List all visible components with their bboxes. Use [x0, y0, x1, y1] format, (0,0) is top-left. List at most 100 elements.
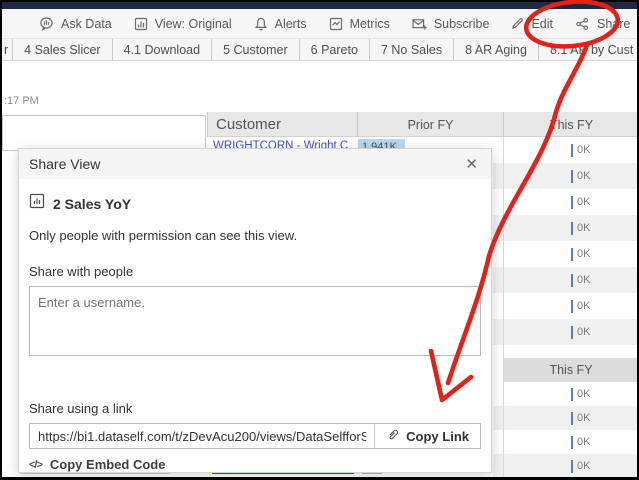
dialog-body: 2 Sales YoY Only people with permission … — [19, 193, 491, 472]
this-fy-value: 0K — [577, 412, 590, 424]
share-link-label: Share using a link — [29, 401, 481, 416]
this-fy-value: 0K — [577, 248, 590, 260]
sheet-tab[interactable]: 8 AR Aging — [454, 39, 539, 60]
sheet-tab[interactable]: 4.1 Download — [113, 39, 212, 60]
sheet-tab[interactable]: 6 Pareto — [300, 39, 370, 60]
section2-header-this-fy: This FY — [503, 358, 637, 382]
zero-bar-tick — [571, 300, 573, 313]
close-icon[interactable]: ✕ — [462, 155, 481, 173]
copy-embed-code-button[interactable]: </> Copy Embed Code — [29, 457, 481, 472]
table-row: 0K — [493, 189, 637, 215]
zero-bar-tick — [571, 222, 573, 235]
table-row: 0K — [493, 406, 637, 430]
metrics-icon — [328, 16, 344, 32]
table-row: 0K — [493, 215, 637, 241]
this-fy-value: 0K — [577, 170, 590, 182]
copy-link-button[interactable]: Copy Link — [374, 424, 480, 448]
alerts-button[interactable]: Alerts — [253, 16, 307, 32]
tableau-window: Ask Data View: Original — [2, 2, 637, 477]
table-header: Customer Prior FY This FY — [207, 112, 637, 137]
column-header-this-fy: This FY — [503, 112, 637, 137]
sheet-tab[interactable]: 7 No Sales — [370, 39, 454, 60]
table-row: 0K — [493, 430, 637, 454]
this-fy-value: 0K — [577, 460, 590, 472]
this-fy-value: 0K — [577, 300, 590, 312]
parameter-box[interactable] — [2, 115, 206, 151]
edit-label: Edit — [531, 17, 553, 31]
timestamp-fragment: :17 PM — [4, 95, 39, 107]
this-fy-rows-section1: 0K 0K 0K 0K — [493, 137, 637, 345]
sheet-tab[interactable]: 4 Sales Slicer — [13, 39, 112, 60]
zero-bar-tick — [571, 274, 573, 287]
column-header-prior-fy: Prior FY — [357, 112, 503, 137]
tab-partial-left[interactable]: r — [2, 39, 13, 60]
subscribe-button[interactable]: Subscribe — [411, 16, 490, 32]
share-nodes-icon — [574, 16, 591, 32]
share-with-people-label: Share with people — [29, 264, 481, 279]
username-input[interactable] — [29, 286, 481, 356]
code-icon: </> — [29, 459, 42, 471]
table-row: 0K — [493, 454, 637, 477]
this-fy-value: 0K — [577, 388, 590, 400]
top-navy-bar — [2, 2, 637, 9]
this-fy-value: 0K — [577, 144, 590, 156]
share-view-dialog: Share View ✕ 2 Sales YoY Only people wit… — [18, 148, 492, 473]
this-fy-value: 0K — [577, 326, 590, 338]
table-row: 0K — [493, 382, 637, 406]
paperclip-icon — [386, 428, 400, 445]
view-thumbnail-icon — [29, 193, 45, 214]
view-row: 2 Sales YoY — [29, 193, 481, 214]
zero-bar-tick — [571, 248, 573, 261]
subscribe-label: Subscribe — [434, 17, 490, 31]
share-link-input[interactable] — [30, 424, 374, 448]
zero-bar-tick — [571, 460, 573, 473]
table-row: 0K — [493, 267, 637, 293]
column-header-customer: Customer — [207, 112, 357, 137]
screenshot-frame: Ask Data View: Original — [0, 0, 639, 480]
table-row: 0K — [493, 293, 637, 319]
zero-bar-tick — [571, 326, 573, 339]
subscribe-envelope-icon — [411, 16, 428, 32]
sheet-tab[interactable]: 8.1 AR by Cust — [539, 39, 637, 60]
table-row: 0K — [493, 163, 637, 189]
ask-data-icon — [38, 16, 55, 32]
share-label: Share — [597, 17, 630, 31]
this-fy-value: 0K — [577, 436, 590, 448]
view-original-icon — [133, 16, 149, 32]
this-fy-value: 0K — [577, 196, 590, 208]
view-original-label: View: Original — [155, 17, 232, 31]
ask-data-button[interactable]: Ask Data — [38, 16, 112, 32]
metrics-label: Metrics — [350, 17, 390, 31]
edit-button[interactable]: Edit — [510, 16, 553, 31]
zero-bar-tick — [571, 170, 573, 183]
zero-bar-tick — [571, 196, 573, 209]
sheet-tab[interactable]: 5 Customer — [212, 39, 300, 60]
share-link-row: Copy Link — [29, 423, 481, 449]
alerts-bell-icon — [253, 16, 269, 32]
copy-link-label: Copy Link — [406, 429, 469, 444]
view-original-button[interactable]: View: Original — [133, 16, 232, 32]
share-button[interactable]: Share — [574, 16, 630, 32]
zero-bar-tick — [571, 412, 573, 425]
this-fy-rows-section2: 0K 0K 0K 0K — [493, 382, 637, 477]
dialog-title: Share View — [29, 156, 100, 172]
edit-pencil-icon — [510, 16, 525, 31]
ask-data-label: Ask Data — [61, 17, 112, 31]
metrics-button[interactable]: Metrics — [328, 16, 390, 32]
permission-note: Only people with permission can see this… — [29, 228, 481, 243]
zero-bar-tick — [571, 144, 573, 157]
table-row: 0K — [493, 137, 637, 163]
view-toolbar: Ask Data View: Original — [2, 9, 637, 38]
section-gap — [493, 345, 637, 358]
view-name: 2 Sales YoY — [53, 196, 131, 212]
this-fy-value: 0K — [577, 274, 590, 286]
alerts-label: Alerts — [275, 17, 307, 31]
column-separator — [503, 137, 504, 477]
sheet-tabs: r 4 Sales Slicer 4.1 Download 5 Customer… — [2, 38, 637, 61]
zero-bar-tick — [571, 388, 573, 401]
zero-bar-tick — [571, 436, 573, 449]
table-row: 0K — [493, 241, 637, 267]
dialog-header: Share View ✕ — [19, 149, 491, 179]
this-fy-column: 0K 0K 0K 0K — [493, 137, 637, 477]
this-fy-value: 0K — [577, 222, 590, 234]
